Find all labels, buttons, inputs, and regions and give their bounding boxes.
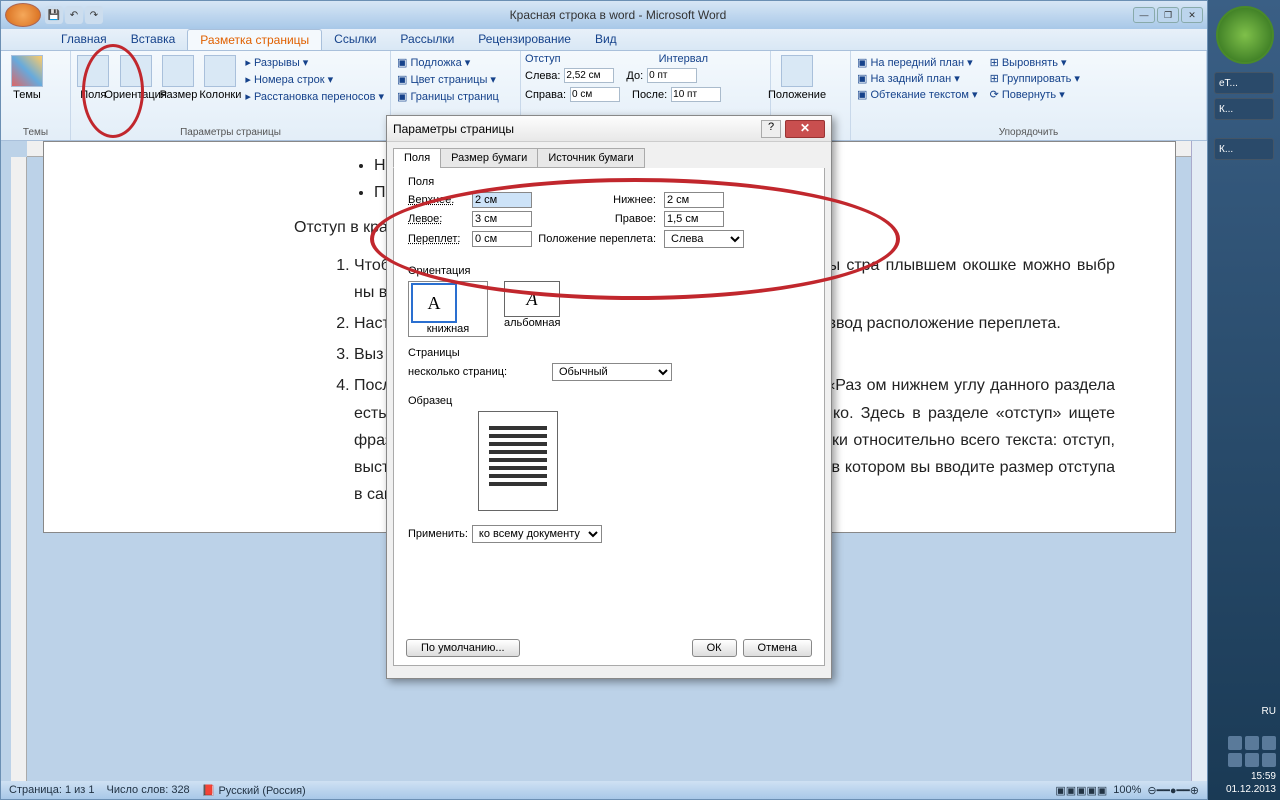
- vertical-ruler[interactable]: [11, 157, 27, 781]
- tray-icon[interactable]: [1262, 736, 1276, 750]
- rotate-button[interactable]: ⟳ Повернуть ▾: [988, 87, 1082, 102]
- dialog-tab-source[interactable]: Источник бумаги: [537, 148, 644, 168]
- multi-pages-label: несколько страниц:: [408, 366, 548, 378]
- gutter-pos-label: Положение переплета:: [536, 233, 660, 245]
- tray-lang[interactable]: RU: [1212, 705, 1276, 718]
- gutter-pos-select[interactable]: Слева: [664, 230, 744, 248]
- size-button[interactable]: Размер: [160, 53, 198, 101]
- dialog-help-button[interactable]: ?: [761, 120, 781, 138]
- apply-select[interactable]: ко всему документу: [472, 525, 602, 543]
- indent-right-label: Справа:: [525, 89, 566, 101]
- text-wrap-button[interactable]: ▣ Обтекание текстом ▾: [855, 87, 980, 102]
- top-margin-label: Верхнее:: [408, 194, 468, 206]
- dialog-tab-margins[interactable]: Поля: [393, 148, 441, 168]
- gutter-input[interactable]: [472, 231, 532, 247]
- minimize-button[interactable]: —: [1133, 7, 1155, 23]
- watermark-button[interactable]: ▣ Подложка ▾: [395, 55, 501, 70]
- cancel-button[interactable]: Отмена: [743, 639, 812, 657]
- right-margin-label: Правое:: [536, 213, 660, 225]
- align-button[interactable]: ⊞ Выровнять ▾: [988, 55, 1082, 70]
- dialog-title: Параметры страницы: [393, 122, 514, 136]
- indent-right-input[interactable]: [570, 87, 620, 102]
- group-button[interactable]: ⊞ Группировать ▾: [988, 71, 1082, 86]
- taskbar-item[interactable]: К...: [1214, 138, 1274, 160]
- page-color-button[interactable]: ▣ Цвет страницы ▾: [395, 72, 501, 87]
- tab-insert[interactable]: Вставка: [119, 29, 188, 50]
- themes-button[interactable]: Темы: [5, 53, 49, 101]
- tray-time[interactable]: 15:59: [1212, 770, 1276, 783]
- indent-left-label: Слева:: [525, 70, 560, 82]
- orientation-button[interactable]: Ориентация: [114, 53, 158, 101]
- default-button[interactable]: По умолчанию...: [406, 639, 520, 657]
- group-page-setup-label: Параметры страницы: [75, 126, 386, 138]
- save-icon[interactable]: 💾: [45, 6, 63, 24]
- ok-button[interactable]: ОК: [692, 639, 737, 657]
- bottom-margin-input[interactable]: [664, 192, 724, 208]
- zoom-level[interactable]: 100%: [1113, 784, 1141, 796]
- left-margin-input[interactable]: [472, 211, 532, 227]
- gutter-label: Переплет:: [408, 233, 468, 245]
- taskbar-item[interactable]: К...: [1214, 98, 1274, 120]
- top-margin-input[interactable]: [472, 192, 532, 208]
- office-button[interactable]: [5, 3, 41, 27]
- tray-date[interactable]: 01.12.2013: [1212, 783, 1276, 796]
- titlebar: 💾 ↶ ↷ Красная строка в word - Microsoft …: [1, 1, 1207, 29]
- undo-icon[interactable]: ↶: [65, 6, 83, 24]
- status-words[interactable]: Число слов: 328: [107, 784, 190, 796]
- taskbar-item[interactable]: еТ...: [1214, 72, 1274, 94]
- tray-icon[interactable]: [1245, 736, 1259, 750]
- view-buttons[interactable]: ▣▣▣▣▣: [1055, 784, 1107, 797]
- apply-label: Применить:: [408, 528, 468, 540]
- tray-icon[interactable]: [1262, 753, 1276, 767]
- page-setup-dialog: Параметры страницы ? ✕ Поля Размер бумаг…: [386, 115, 832, 679]
- portrait-option[interactable]: Aкнижная: [408, 281, 488, 337]
- window-title: Красная строка в word - Microsoft Word: [103, 8, 1133, 22]
- dialog-close-button[interactable]: ✕: [785, 120, 825, 138]
- position-button[interactable]: Положение: [775, 53, 819, 101]
- system-tray[interactable]: RU 15:59 01.12.2013: [1212, 705, 1276, 796]
- send-back-button[interactable]: ▣ На задний план ▾: [855, 71, 980, 86]
- breaks-button[interactable]: ▸ Разрывы ▾: [243, 55, 386, 70]
- landscape-option[interactable]: Aальбомная: [504, 281, 560, 337]
- dialog-tab-paper[interactable]: Размер бумаги: [440, 148, 538, 168]
- tab-references[interactable]: Ссылки: [322, 29, 388, 50]
- tab-home[interactable]: Главная: [49, 29, 119, 50]
- dialog-titlebar[interactable]: Параметры страницы ? ✕: [387, 116, 831, 142]
- close-button[interactable]: ✕: [1181, 7, 1203, 23]
- bring-front-button[interactable]: ▣ На передний план ▾: [855, 55, 980, 70]
- windows-taskbar: еТ... К... К... RU 15:59 01.12.2013: [1208, 0, 1280, 800]
- multi-pages-select[interactable]: Обычный: [552, 363, 672, 381]
- hyphenation-button[interactable]: ▸ Расстановка переносов ▾: [243, 89, 386, 104]
- indent-left-input[interactable]: [564, 68, 614, 83]
- tab-review[interactable]: Рецензирование: [466, 29, 583, 50]
- tab-view[interactable]: Вид: [583, 29, 629, 50]
- start-button[interactable]: [1216, 6, 1274, 64]
- statusbar: Страница: 1 из 1 Число слов: 328 📕 Русск…: [1, 781, 1207, 799]
- quick-access-toolbar: 💾 ↶ ↷: [45, 6, 103, 24]
- zoom-slider[interactable]: ⊖━━●━━⊕: [1147, 784, 1199, 797]
- spacing-after-input[interactable]: [671, 87, 721, 102]
- tray-icon[interactable]: [1245, 753, 1259, 767]
- tray-icon[interactable]: [1228, 753, 1242, 767]
- spacing-before-input[interactable]: [647, 68, 697, 83]
- ribbon-tabs: Главная Вставка Разметка страницы Ссылки…: [1, 29, 1207, 51]
- status-lang[interactable]: 📕 Русский (Россия): [202, 784, 306, 797]
- group-themes-label: Темы: [5, 126, 66, 138]
- line-numbers-button[interactable]: ▸ Номера строк ▾: [243, 72, 386, 87]
- status-page[interactable]: Страница: 1 из 1: [9, 784, 95, 796]
- tray-icon[interactable]: [1228, 736, 1242, 750]
- maximize-button[interactable]: ❐: [1157, 7, 1179, 23]
- bottom-margin-label: Нижнее:: [536, 194, 660, 206]
- vertical-scrollbar[interactable]: [1191, 141, 1207, 781]
- redo-icon[interactable]: ↷: [85, 6, 103, 24]
- left-margin-label: Левое:: [408, 213, 468, 225]
- page-borders-button[interactable]: ▣ Границы страниц: [395, 89, 501, 104]
- tab-mailings[interactable]: Рассылки: [388, 29, 466, 50]
- group-arrange-label: Упорядочить: [855, 126, 1202, 138]
- preview-box: [478, 411, 558, 511]
- columns-button[interactable]: Колонки: [199, 53, 241, 101]
- right-margin-input[interactable]: [664, 211, 724, 227]
- tab-page-layout[interactable]: Разметка страницы: [187, 29, 322, 50]
